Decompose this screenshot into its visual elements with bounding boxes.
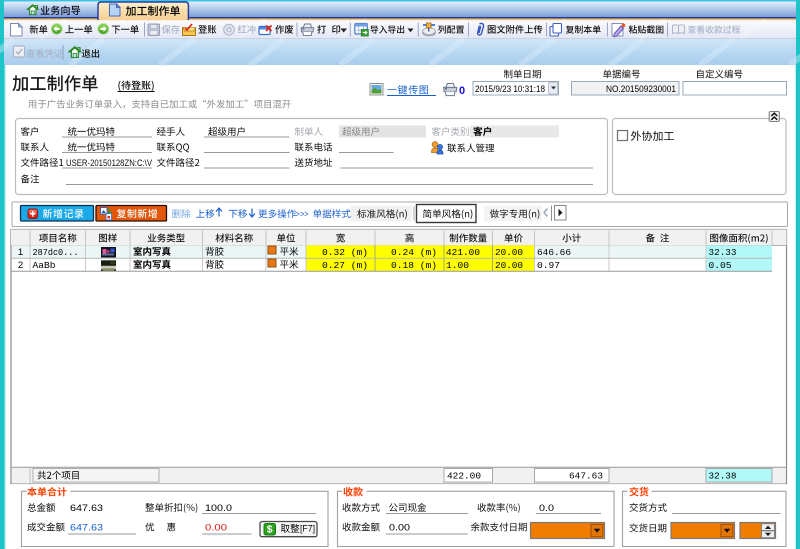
svg-text:0.24 (m): 0.24 (m) xyxy=(391,247,437,258)
svg-text:>>>: >>> xyxy=(296,209,309,220)
svg-text:0: 0 xyxy=(459,85,465,97)
svg-text:USER-20150128ZN:C:\V: USER-20150128ZN:C:\V xyxy=(66,158,153,168)
svg-text:32.38: 32.38 xyxy=(709,470,737,481)
svg-text:0.32 (m): 0.32 (m) xyxy=(322,247,368,258)
svg-text:647.63: 647.63 xyxy=(70,523,103,534)
svg-text:32.33: 32.33 xyxy=(709,247,737,258)
svg-text:647.63: 647.63 xyxy=(569,470,603,481)
svg-text:NO.201509230001: NO.201509230001 xyxy=(606,84,676,94)
svg-text:647.63: 647.63 xyxy=(70,503,103,514)
svg-text:AaBb: AaBb xyxy=(33,260,56,271)
svg-text:287dc0...: 287dc0... xyxy=(33,247,79,258)
svg-text:20.00: 20.00 xyxy=(495,260,523,271)
svg-text:0.05: 0.05 xyxy=(709,260,732,271)
svg-text:0.18 (m): 0.18 (m) xyxy=(391,260,437,271)
svg-text:$: $ xyxy=(267,524,273,536)
svg-text:1.00: 1.00 xyxy=(446,260,469,271)
svg-text:2: 2 xyxy=(18,260,23,271)
svg-text:646.66: 646.66 xyxy=(537,247,571,258)
svg-text:0.27 (m): 0.27 (m) xyxy=(322,260,368,271)
svg-text:1: 1 xyxy=(18,247,23,258)
svg-text:100.0: 100.0 xyxy=(205,503,232,514)
svg-text:20.00: 20.00 xyxy=(495,247,523,258)
svg-text:0.97: 0.97 xyxy=(537,260,560,271)
svg-text:422.00: 422.00 xyxy=(447,470,481,481)
svg-text:0.00: 0.00 xyxy=(205,523,227,534)
svg-text:2015/9/23 10:31:18: 2015/9/23 10:31:18 xyxy=(475,84,545,94)
svg-text:421.00: 421.00 xyxy=(446,247,480,258)
svg-text:0.00: 0.00 xyxy=(389,523,410,534)
svg-text:[F7]: [F7] xyxy=(300,524,315,534)
svg-text:0.0: 0.0 xyxy=(539,503,554,514)
